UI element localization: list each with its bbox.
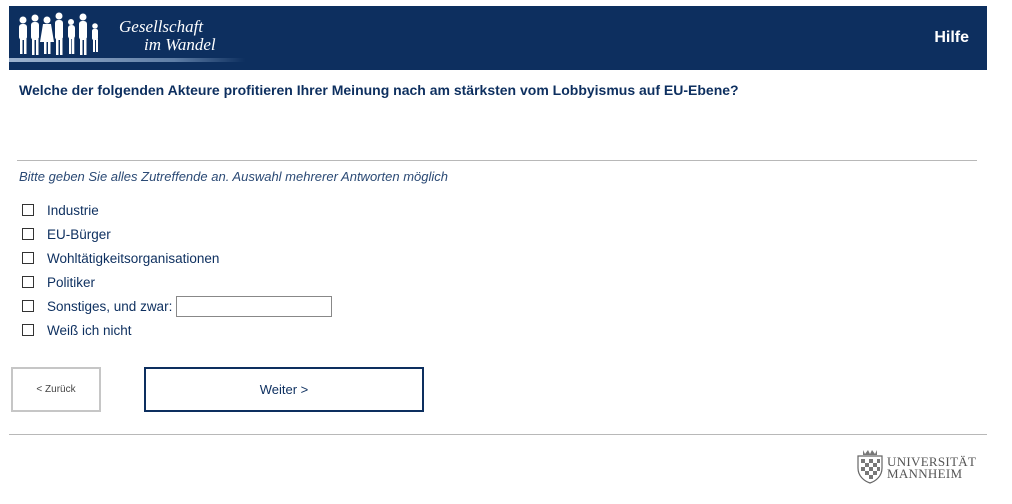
question-text: Welche der folgenden Akteure profitieren… [19, 82, 739, 98]
next-button[interactable]: Weiter > [144, 367, 424, 412]
option-sonstiges[interactable]: Sonstiges, und zwar: [22, 294, 333, 318]
divider [17, 160, 977, 161]
footer-divider [9, 434, 987, 435]
option-label[interactable]: Wohltätigkeitsorganisationen [47, 251, 219, 266]
option-label[interactable]: Sonstiges, und zwar: [47, 299, 172, 314]
help-link[interactable]: Hilfe [934, 29, 969, 47]
option-label[interactable]: EU-Bürger [47, 227, 111, 242]
university-name: UNIVERSITÄT MANNHEIM [887, 455, 976, 481]
coat-of-arms-icon [857, 450, 883, 484]
uni-line-2: MANNHEIM [887, 466, 963, 481]
logo-line-1: Gesellschaft [119, 17, 204, 36]
option-label[interactable]: Industrie [47, 203, 99, 218]
option-wohltaetigkeitsorganisationen[interactable]: Wohltätigkeitsorganisationen [22, 246, 332, 270]
logo-line-2: im Wandel [144, 35, 216, 54]
back-button[interactable]: < Zurück [11, 367, 101, 412]
checkbox[interactable] [22, 276, 34, 288]
checkbox[interactable] [22, 204, 34, 216]
checkbox[interactable] [22, 252, 34, 264]
universitaet-mannheim-logo: UNIVERSITÄT MANNHEIM [855, 446, 990, 486]
option-weiss-ich-nicht[interactable]: Weiß ich nicht [22, 318, 332, 342]
checkbox[interactable] [22, 324, 34, 336]
option-label[interactable]: Weiß ich nicht [47, 323, 132, 338]
option-industrie[interactable]: Industrie [22, 198, 332, 222]
option-politiker[interactable]: Politiker [22, 270, 332, 294]
option-eu-buerger[interactable]: EU-Bürger [22, 222, 332, 246]
checkbox[interactable] [22, 300, 34, 312]
instruction-text: Bitte geben Sie alles Zutreffende an. Au… [19, 169, 448, 184]
checkbox[interactable] [22, 228, 34, 240]
logo-wordmark: Gesellschaft im Wandel [119, 18, 216, 54]
option-label[interactable]: Politiker [47, 275, 95, 290]
header-stripe [9, 58, 245, 62]
header-bar: Gesellschaft im Wandel Hilfe [9, 6, 987, 70]
people-silhouette-icon [19, 12, 98, 55]
other-text-input[interactable] [176, 295, 333, 317]
answer-options: Industrie EU-Bürger Wohltätigkeitsorgani… [22, 198, 333, 342]
